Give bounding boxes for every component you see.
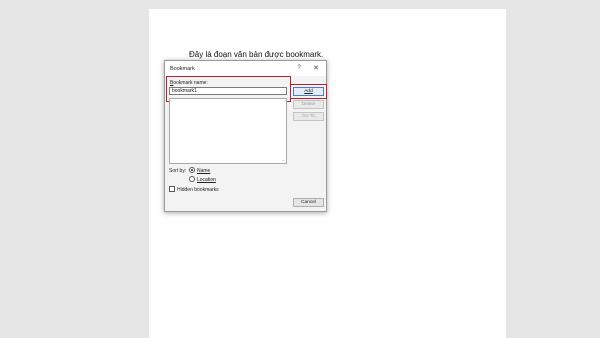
add-button-label: Add [304, 89, 313, 94]
bookmark-list[interactable]: ⌄ [169, 98, 287, 164]
sort-by-label: Sort by: [169, 168, 187, 174]
sort-location-radio[interactable] [189, 176, 195, 182]
help-icon[interactable]: ? [294, 64, 304, 73]
bookmark-name-label-rest: ookmark name: [173, 80, 208, 86]
sort-name-radio[interactable] [189, 167, 195, 173]
list-scroll-icon: ⌄ [281, 157, 285, 162]
hidden-bookmarks-checkbox[interactable] [169, 186, 175, 192]
hidden-bookmarks-label[interactable]: Hidden bookmarks [177, 187, 219, 193]
bookmarked-text[interactable]: Đây là đoạn văn bản được bookmark. [189, 50, 323, 59]
dialog-title: Bookmark [170, 66, 195, 72]
add-button[interactable]: Add [293, 87, 324, 96]
sort-location-label[interactable]: Location [197, 177, 216, 183]
bookmark-name-label: Bookmark name: [170, 80, 208, 86]
cancel-button[interactable]: Cancel [293, 198, 324, 207]
close-icon[interactable]: ✕ [311, 64, 321, 73]
delete-button[interactable]: Delete [293, 100, 324, 109]
sort-name-label[interactable]: Name [197, 168, 210, 174]
goto-button[interactable]: Go To [293, 112, 324, 121]
bookmark-name-input[interactable] [169, 87, 287, 95]
bookmark-dialog: Bookmark ? ✕ Bookmark name: ⌄ Add Delete… [164, 60, 327, 212]
dialog-titlebar[interactable]: Bookmark ? ✕ [165, 61, 326, 76]
